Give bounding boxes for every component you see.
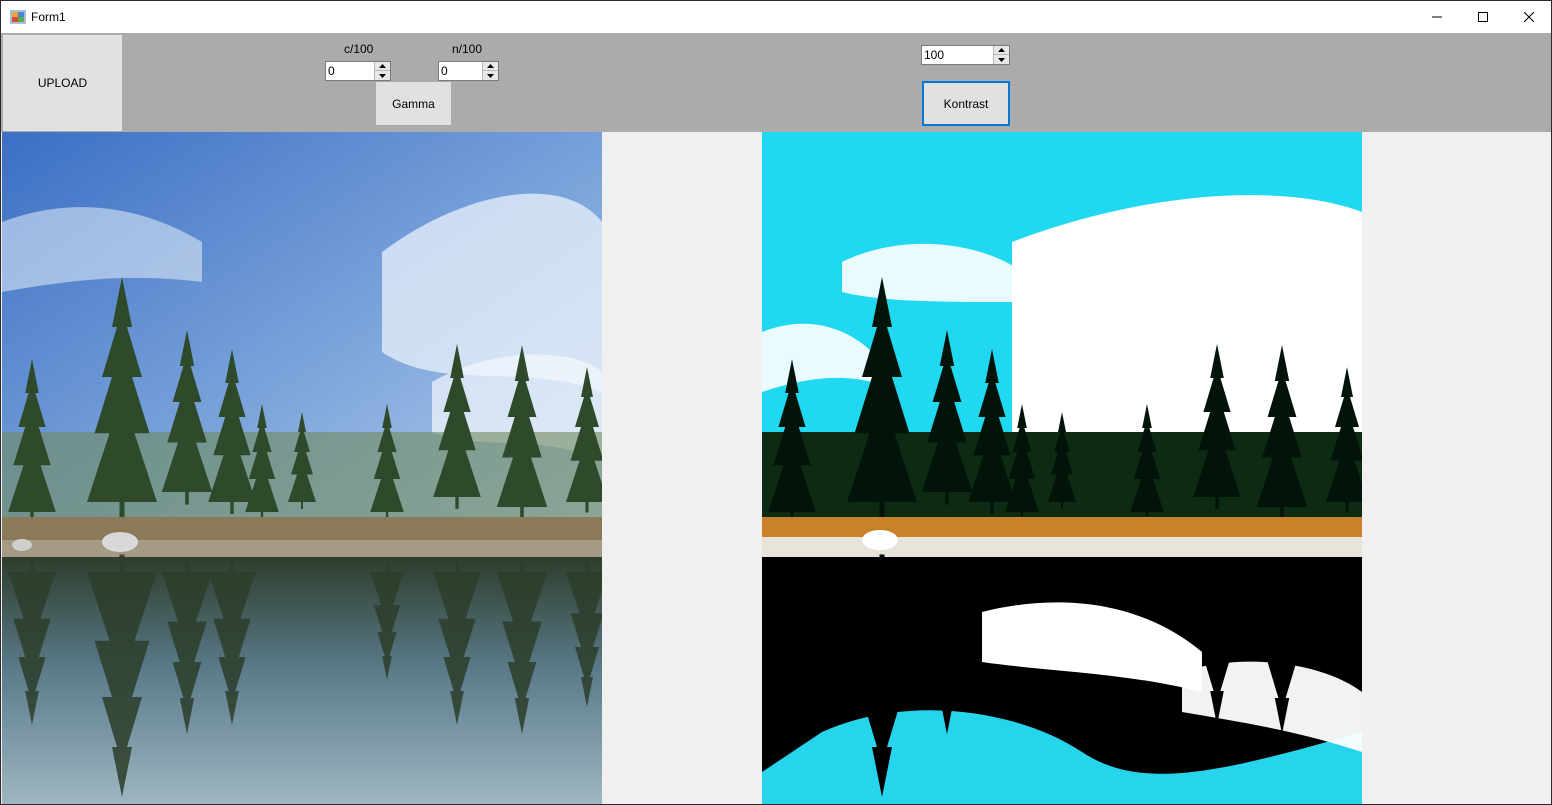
window-title: Form1	[31, 10, 66, 24]
n-spinner-buttons[interactable]	[482, 62, 498, 80]
maximize-button[interactable]	[1460, 1, 1506, 33]
app-form-icon	[10, 9, 26, 25]
spin-up-icon[interactable]	[994, 46, 1009, 55]
upload-button[interactable]: UPLOAD	[3, 35, 122, 131]
kontrast-button[interactable]: Kontrast	[922, 81, 1010, 126]
original-image	[2, 132, 602, 804]
minimize-button[interactable]	[1414, 1, 1460, 33]
spin-down-icon[interactable]	[994, 55, 1009, 64]
spin-down-icon[interactable]	[375, 71, 390, 80]
spin-down-icon[interactable]	[483, 71, 498, 80]
c-spinner-buttons[interactable]	[374, 62, 390, 80]
contrast-image	[762, 132, 1362, 804]
app-window: Form1 UPLOAD c/100 0 n/100 0 Gamma 100 K…	[0, 0, 1552, 805]
contrast-value: 100	[924, 48, 945, 62]
n-numeric-input[interactable]: 0	[438, 61, 499, 81]
gamma-button[interactable]: Gamma	[376, 82, 451, 125]
contrast-numeric-input[interactable]: 100	[921, 45, 1010, 65]
contrast-spinner-buttons[interactable]	[993, 46, 1009, 64]
close-button[interactable]	[1506, 1, 1551, 33]
n-label: n/100	[452, 42, 483, 56]
toolbar: UPLOAD c/100 0 n/100 0 Gamma 100 Kontras…	[1, 33, 1551, 132]
title-bar[interactable]: Form1	[1, 1, 1551, 33]
maximize-icon	[1478, 12, 1488, 22]
spin-up-icon[interactable]	[375, 62, 390, 71]
c-numeric-input[interactable]: 0	[325, 61, 391, 81]
c-value: 0	[328, 64, 335, 78]
n-value: 0	[441, 64, 448, 78]
close-icon	[1524, 12, 1534, 22]
c-label: c/100	[344, 42, 374, 56]
spin-up-icon[interactable]	[483, 62, 498, 71]
minimize-icon	[1432, 12, 1442, 22]
